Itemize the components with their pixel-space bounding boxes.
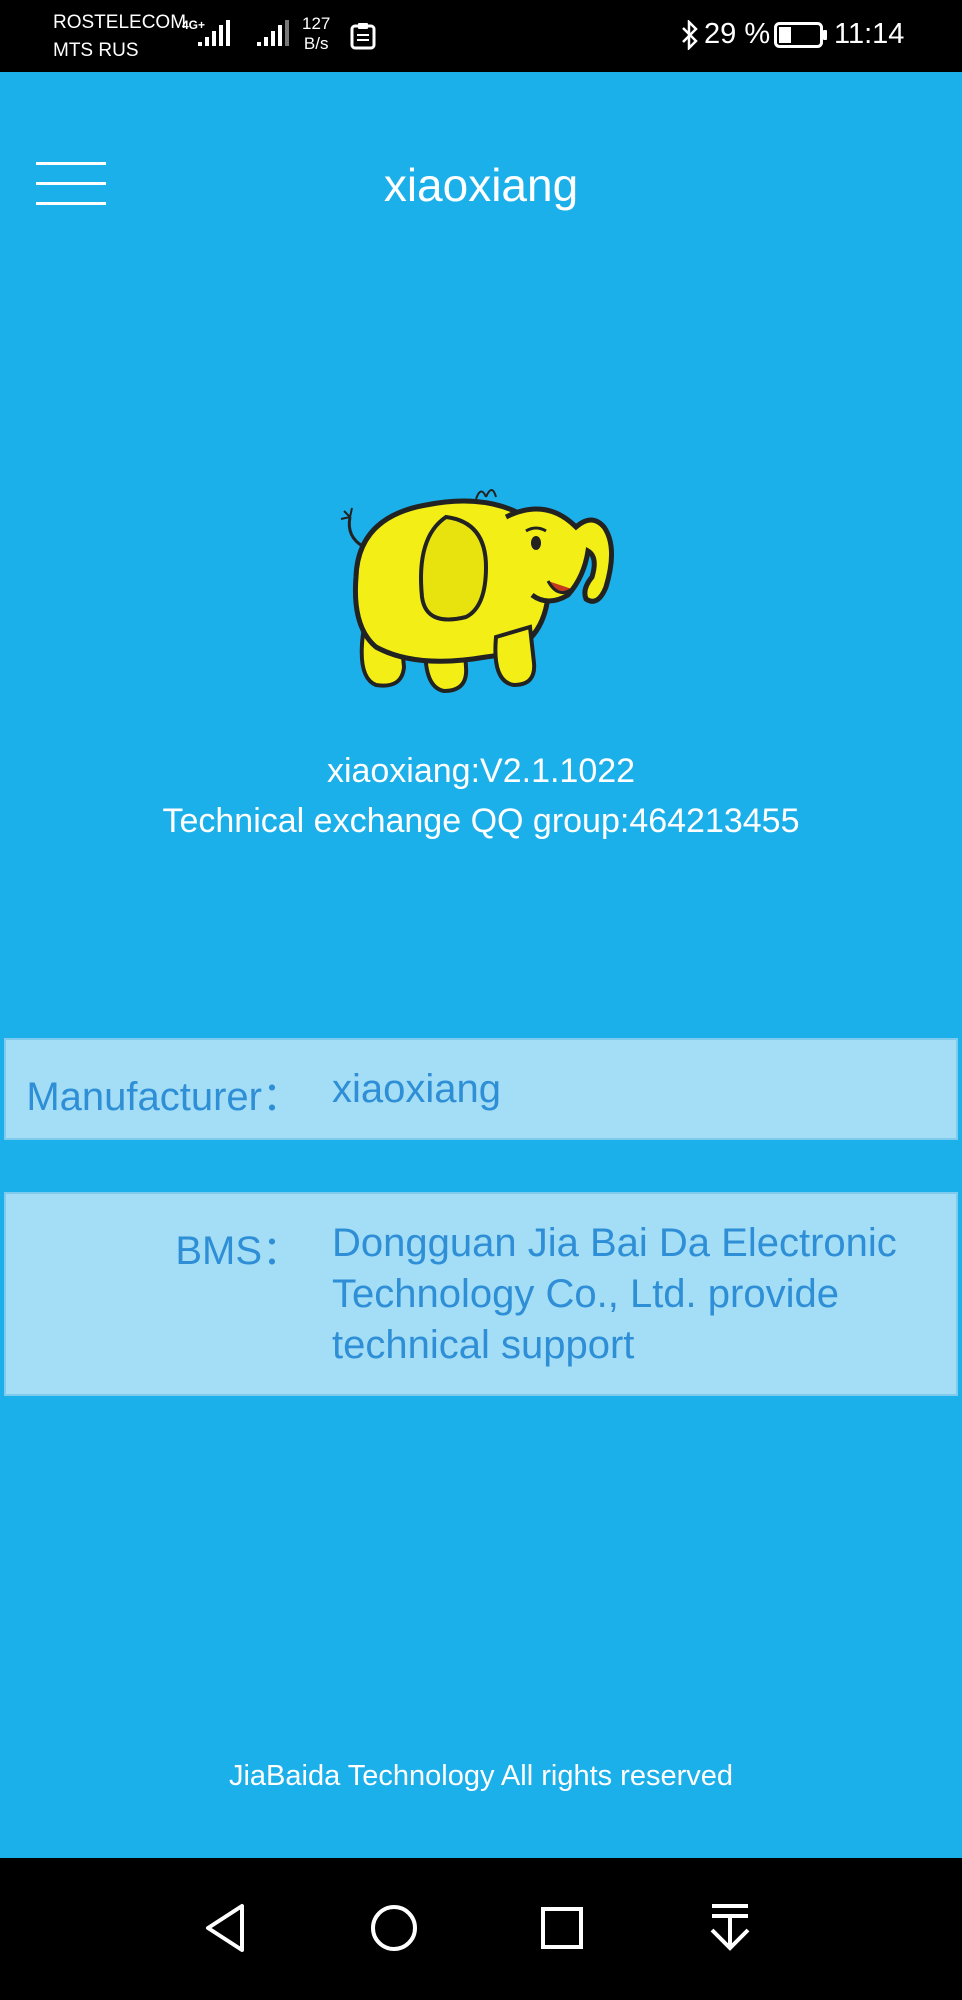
- signal-icon: [257, 20, 289, 46]
- page-title: xiaoxiang: [383, 159, 579, 211]
- battery-icon: [774, 22, 827, 48]
- yellow-elephant-logo: [340, 489, 615, 694]
- carrier-name-2: MTS RUS: [53, 40, 139, 61]
- app-version: xiaoxiang:V2.1.1022: [326, 752, 636, 790]
- bms-label: BMS：: [175, 1229, 302, 1273]
- bms-value: Dongguan Jia Bai Da Electronic Technolog…: [332, 1221, 897, 1367]
- battery-percent: 29 %: [704, 18, 771, 50]
- home-icon[interactable]: [364, 1898, 424, 1958]
- clipboard-icon: [350, 23, 376, 50]
- notification-pull-down-icon[interactable]: [700, 1898, 760, 1958]
- copyright-footer: JiaBaida Technology All rights reserved: [228, 1760, 734, 1792]
- manufacturer-label: Manufacturer：: [26, 1075, 302, 1119]
- manufacturer-value: xiaoxiang: [332, 1067, 502, 1111]
- back-icon[interactable]: [198, 1898, 258, 1958]
- manufacturer-card: Manufacturer： xiaoxiang: [4, 1038, 958, 1140]
- about-screen: xiaoxiang xiaoxiang:V2.1.1022 Technical …: [0, 72, 962, 1858]
- recent-apps-icon[interactable]: [532, 1898, 592, 1958]
- qq-group-info: Technical exchange QQ group:464213455: [162, 802, 800, 840]
- status-bar: ROSTELECOM MTS RUS 4G+ 127 B/s 29 % 11:1…: [0, 0, 962, 72]
- navigation-bar: [0, 1858, 962, 2000]
- signal-icon: [198, 20, 230, 46]
- bms-card: BMS： Dongguan Jia Bai Da Electronic Tech…: [4, 1192, 958, 1396]
- carrier-name-1: ROSTELECOM: [53, 12, 187, 33]
- clock: 11:14: [834, 18, 905, 50]
- bluetooth-icon: [682, 20, 698, 50]
- speed-unit: B/s: [303, 34, 329, 53]
- speed-value: 127: [302, 14, 331, 33]
- network-speed: 127 B/s: [302, 14, 330, 54]
